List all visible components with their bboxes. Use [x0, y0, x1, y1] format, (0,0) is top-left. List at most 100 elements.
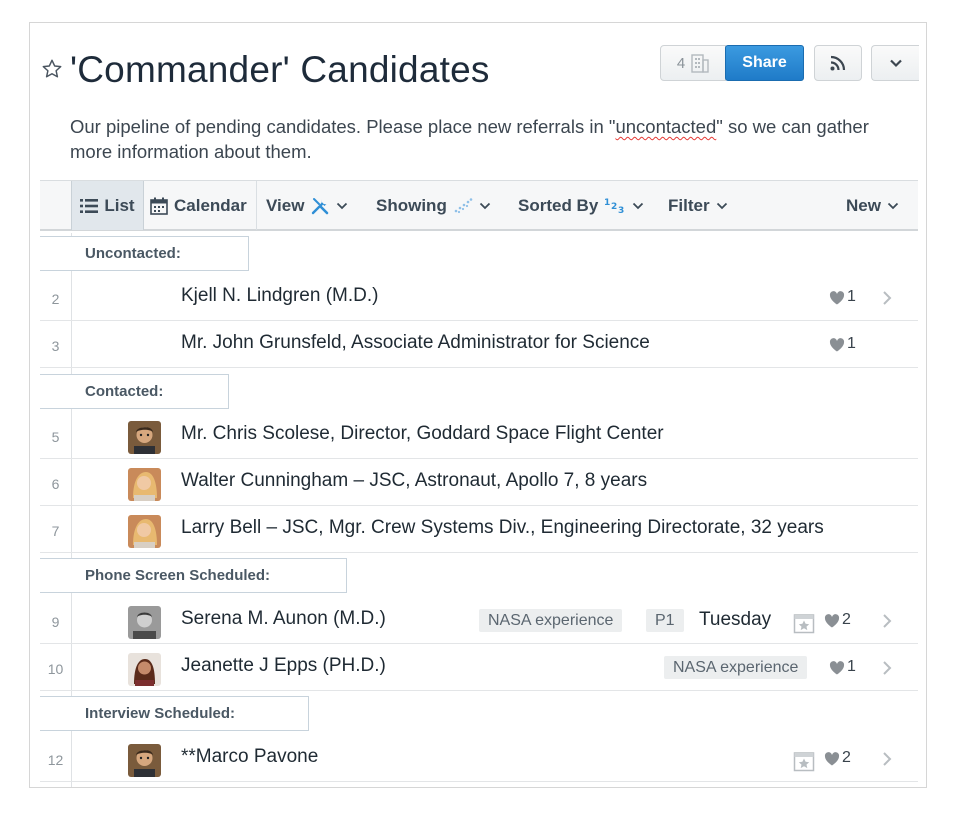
chevron-down-icon	[337, 202, 348, 209]
calendar-view-button[interactable]: Calendar	[150, 181, 247, 230]
candidate-name[interactable]: Mr. John Grunsfeld, Associate Administra…	[181, 332, 650, 354]
group-label: Uncontacted:	[85, 245, 181, 262]
table-row[interactable]: 6 Walter Cunningham – JSC, Astronaut, Ap…	[40, 459, 918, 506]
star-icon[interactable]	[41, 58, 63, 80]
table-row[interactable]: 9 Serena M. Aunon (M.D.) NASA experience…	[40, 597, 918, 644]
scheduled-day: Tuesday	[699, 609, 772, 630]
table-row[interactable]: 3 Mr. John Grunsfeld, Associate Administ…	[40, 321, 918, 368]
rss-button[interactable]	[814, 45, 862, 81]
page-frame: 'Commander' Candidates 4 Share Our pipel…	[29, 22, 927, 788]
heart-icon[interactable]	[829, 338, 845, 352]
calendar-star-icon[interactable]	[793, 612, 815, 634]
new-menu-label: New	[846, 195, 881, 215]
view-toolbar: List Calendar View Showing Sorted By 1 2…	[40, 180, 918, 231]
svg-text:3: 3	[618, 206, 624, 215]
follower-count[interactable]: 4	[660, 45, 726, 81]
heart-count: 2	[842, 611, 851, 628]
table-row[interactable]: 5 Mr. Chris Scolese, Director, Goddard S…	[40, 412, 918, 459]
row-number: 12	[47, 752, 64, 768]
list-view-label: List	[104, 195, 135, 215]
row-number: 3	[51, 338, 60, 354]
candidate-name[interactable]: Larry Bell – JSC, Mgr. Crew Systems Div.…	[181, 517, 824, 539]
group-header-interview[interactable]: Interview Scheduled:	[40, 696, 309, 731]
avatar	[128, 421, 161, 454]
row-number: 5	[51, 429, 60, 445]
tools-icon	[312, 197, 329, 214]
sort-menu-button[interactable]: Sorted By 1 2 3	[518, 181, 644, 230]
chevron-down-icon	[633, 202, 644, 209]
avatar	[128, 653, 161, 686]
sort-menu-label: Sorted By	[518, 195, 599, 215]
new-menu-button[interactable]: New	[846, 181, 899, 230]
group-header-contacted[interactable]: Contacted:	[40, 374, 229, 409]
svg-text:2: 2	[611, 202, 617, 212]
view-menu-label: View	[266, 195, 305, 215]
chevron-down-icon	[716, 202, 727, 209]
calendar-view-label: Calendar	[174, 195, 247, 215]
group-label: Contacted:	[85, 383, 164, 400]
candidate-name[interactable]: Walter Cunningham – JSC, Astronaut, Apol…	[181, 470, 647, 492]
table-row[interactable]: 7 Larry Bell – JSC, Mgr. Crew Systems Di…	[40, 506, 918, 553]
heart-icon[interactable]	[829, 291, 845, 305]
row-number: 6	[51, 476, 60, 492]
tag-nasa-experience[interactable]: NASA experience	[664, 656, 808, 679]
candidate-name[interactable]: **Marco Pavone	[181, 746, 318, 768]
chevron-right-icon[interactable]	[882, 613, 892, 629]
dots-icon	[454, 197, 473, 213]
heart-count: 1	[847, 658, 856, 675]
heart-icon[interactable]	[824, 614, 840, 628]
group-header-phone-screen[interactable]: Phone Screen Scheduled:	[40, 558, 347, 593]
page-title: 'Commander' Candidates	[70, 49, 490, 90]
avatar	[128, 606, 161, 639]
heart-icon[interactable]	[824, 752, 840, 766]
chevron-down-icon	[887, 202, 899, 209]
sort-numeric-icon: 1 2 3	[604, 198, 624, 215]
group-label: Phone Screen Scheduled:	[85, 567, 271, 584]
heart-count: 2	[842, 749, 851, 766]
svg-text:1: 1	[604, 198, 610, 208]
row-number: 2	[51, 291, 60, 307]
group-label: Interview Scheduled:	[85, 705, 236, 722]
chevron-right-icon[interactable]	[882, 290, 892, 306]
heart-count: 1	[847, 335, 856, 352]
tag-nasa-experience[interactable]: NASA experience	[479, 609, 623, 632]
avatar	[128, 744, 161, 777]
row-number: 10	[47, 661, 64, 677]
avatar	[128, 468, 161, 501]
candidate-list: Uncontacted: 2 Kjell N. Lindgren (M.D.) …	[40, 233, 918, 787]
top-actions: 4 Share	[660, 45, 919, 81]
view-menu-button[interactable]: View	[266, 181, 348, 230]
more-menu-button[interactable]	[871, 45, 919, 81]
showing-menu-label: Showing	[376, 195, 447, 215]
tag-priority[interactable]: P1	[646, 609, 684, 632]
chevron-right-icon[interactable]	[882, 660, 892, 676]
misspelled-word: uncontacted	[615, 116, 717, 137]
group-header-uncontacted[interactable]: Uncontacted:	[40, 236, 249, 271]
rss-icon	[830, 55, 846, 71]
showing-menu-button[interactable]: Showing	[376, 181, 491, 230]
page-description: Our pipeline of pending candidates. Plea…	[70, 116, 869, 162]
calendar-star-icon[interactable]	[793, 750, 815, 772]
table-row[interactable]: 10 Jeanette J Epps (PH.D.) NASA experien…	[40, 644, 918, 691]
chevron-down-icon	[479, 202, 490, 209]
share-button[interactable]: Share	[725, 45, 804, 81]
filter-menu-button[interactable]: Filter	[668, 181, 728, 230]
candidate-name[interactable]: Mr. Chris Scolese, Director, Goddard Spa…	[181, 423, 664, 445]
row-number: 9	[51, 614, 60, 630]
row-number: 7	[51, 523, 60, 539]
avatar	[128, 515, 161, 548]
table-row[interactable]: 12 **Marco Pavone 2	[40, 735, 918, 782]
candidate-name[interactable]: Jeanette J Epps (PH.D.)	[181, 655, 386, 677]
follower-count-value: 4	[676, 54, 686, 72]
list-icon	[80, 198, 99, 213]
list-view-button[interactable]: List	[71, 181, 144, 230]
filter-menu-label: Filter	[668, 195, 710, 215]
calendar-icon	[150, 197, 168, 215]
toolbar-divider	[256, 181, 257, 230]
candidate-name[interactable]: Serena M. Aunon (M.D.)	[181, 608, 386, 630]
heart-icon[interactable]	[829, 661, 845, 675]
table-row[interactable]: 2 Kjell N. Lindgren (M.D.) 1	[40, 274, 918, 321]
candidate-name[interactable]: Kjell N. Lindgren (M.D.)	[181, 285, 378, 307]
building-icon	[691, 54, 709, 73]
chevron-right-icon[interactable]	[882, 751, 892, 767]
